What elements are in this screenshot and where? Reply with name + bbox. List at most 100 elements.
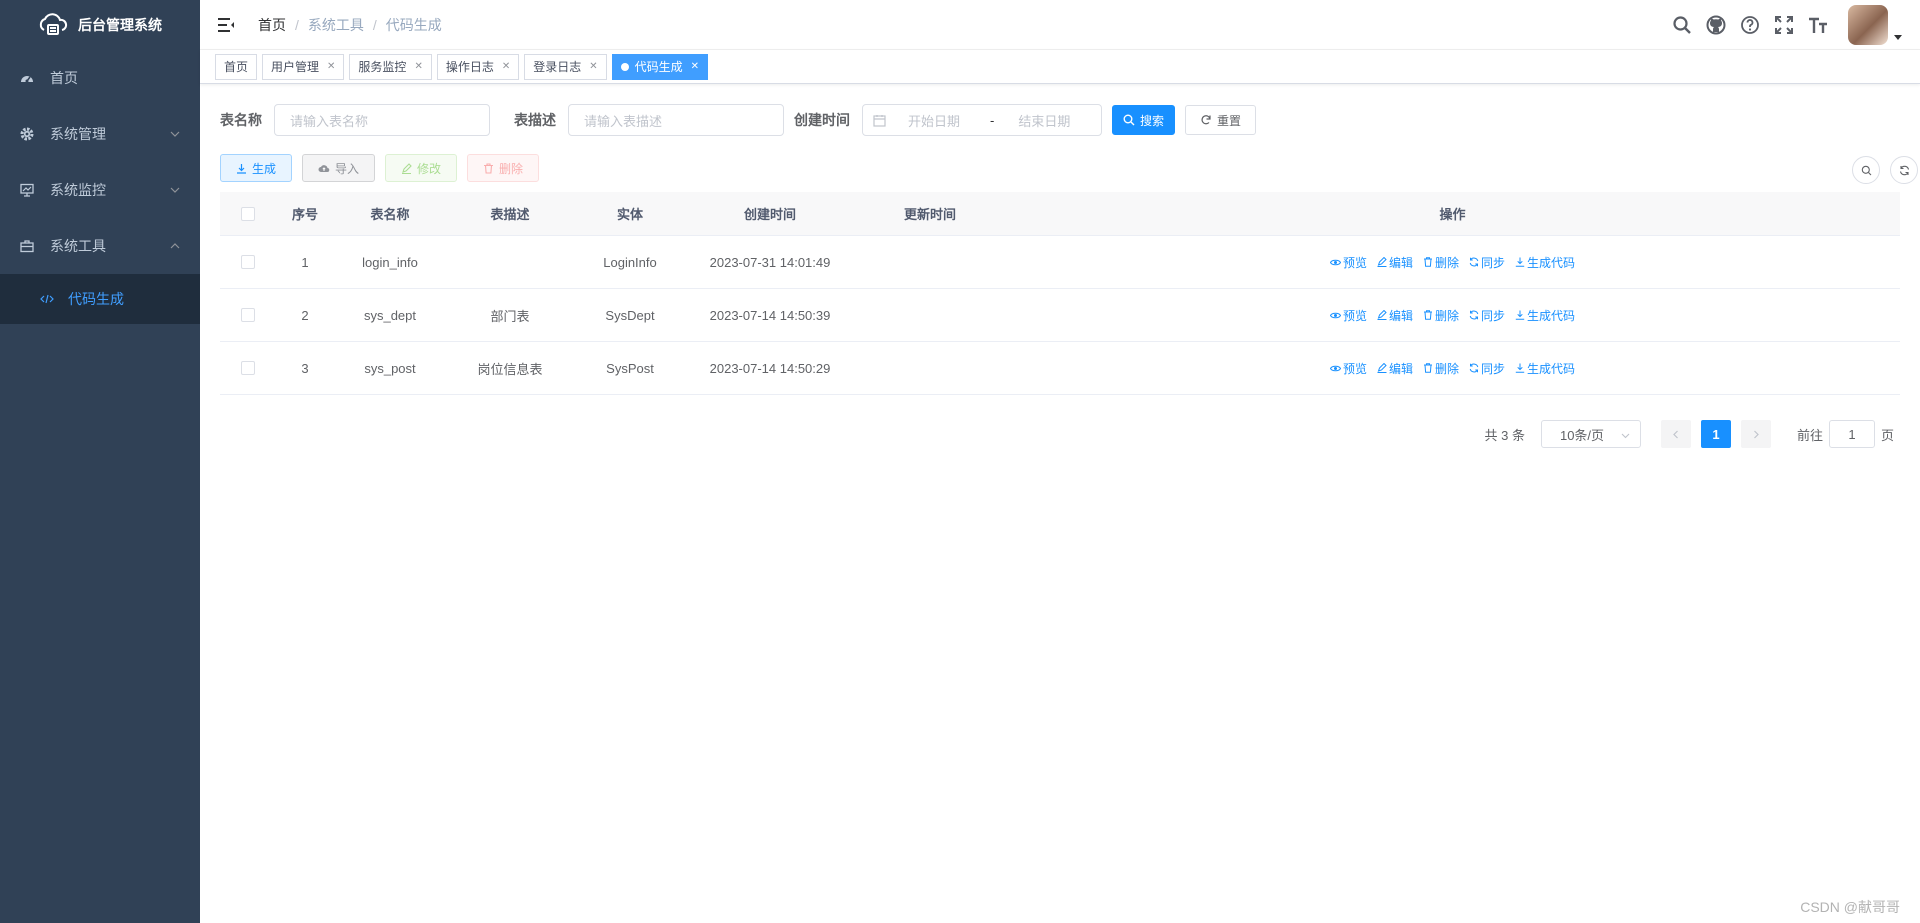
sidebar-item-system-monitor[interactable]: 系统监控 xyxy=(0,162,200,218)
chevron-left-icon xyxy=(1673,430,1678,438)
sync-link[interactable]: 同步 xyxy=(1469,254,1505,271)
refresh-button[interactable] xyxy=(1890,156,1918,184)
sync-label: 同步 xyxy=(1481,308,1506,323)
breadcrumb-separator: / xyxy=(295,16,299,33)
cell-ops: 预览 编辑 删除 同步 生成代码 xyxy=(1005,360,1900,377)
cell-no: 2 xyxy=(301,307,309,323)
cell-entity: SysPost xyxy=(606,360,654,376)
edit-icon xyxy=(1377,257,1387,267)
preview-label: 预览 xyxy=(1342,361,1367,376)
cell-ops: 预览 编辑 删除 同步 生成代码 xyxy=(1005,254,1900,271)
end-date-placeholder[interactable]: 结束日期 xyxy=(1018,111,1070,130)
row-checkbox[interactable] xyxy=(240,255,255,269)
edit-button[interactable]: 修改 xyxy=(385,154,458,182)
pagination-total: 共 3 条 xyxy=(1484,427,1525,443)
close-icon[interactable]: ✕ xyxy=(589,55,597,79)
edit-icon xyxy=(402,162,412,174)
delete-button[interactable]: 删除 xyxy=(467,154,540,182)
row-checkbox[interactable] xyxy=(240,361,255,375)
prev-page-button[interactable] xyxy=(1660,420,1691,448)
tag-service-monitor[interactable]: 服务监控 ✕ xyxy=(349,53,432,80)
font-size-icon[interactable] xyxy=(1808,15,1828,35)
edit-button-label: 修改 xyxy=(417,161,442,176)
refresh-icon xyxy=(1899,165,1909,175)
chevron-down-icon xyxy=(170,185,180,195)
close-icon[interactable]: ✕ xyxy=(327,55,335,79)
next-page-button[interactable] xyxy=(1740,420,1771,448)
close-icon[interactable]: ✕ xyxy=(414,55,422,79)
logo[interactable]: 后台管理系统 xyxy=(0,0,200,50)
eye-icon xyxy=(1329,259,1341,265)
search-icon[interactable] xyxy=(1672,15,1692,35)
fullscreen-icon[interactable] xyxy=(1774,15,1794,35)
delete-link[interactable]: 删除 xyxy=(1423,307,1459,324)
active-dot-icon xyxy=(620,62,629,71)
search-icon xyxy=(1123,114,1135,126)
delete-link[interactable]: 删除 xyxy=(1423,360,1459,377)
sidebar-subitem-label: 代码生成 xyxy=(68,291,124,307)
search-icon xyxy=(1861,165,1871,175)
date-range-picker[interactable]: 开始日期 - 结束日期 xyxy=(862,104,1102,136)
sync-link[interactable]: 同步 xyxy=(1469,307,1505,324)
sidebar-item-label: 系统管理 xyxy=(50,126,106,142)
page-suffix: 页 xyxy=(1880,427,1894,443)
page-number-active[interactable]: 1 xyxy=(1700,420,1731,448)
main-content: 表名称 请输入表名称 表描述 请输入表描述 创建时间 开始日期 - 结束日期 搜… xyxy=(200,84,1920,923)
toggle-search-button[interactable] xyxy=(1852,156,1880,184)
refresh-icon xyxy=(1469,257,1479,267)
close-icon[interactable]: ✕ xyxy=(691,55,699,79)
edit-link[interactable]: 编辑 xyxy=(1377,360,1413,377)
edit-icon xyxy=(1377,310,1387,320)
delete-link[interactable]: 删除 xyxy=(1423,254,1459,271)
sidebar-item-system-tools[interactable]: 系统工具 xyxy=(0,218,200,274)
close-icon[interactable]: ✕ xyxy=(502,55,510,79)
row-check-cell xyxy=(220,361,275,375)
chevron-down-icon xyxy=(170,129,180,139)
import-button[interactable]: 导入 xyxy=(302,154,376,182)
edit-label: 编辑 xyxy=(1388,255,1413,270)
gen-code-link[interactable]: 生成代码 xyxy=(1515,254,1575,271)
table-desc-input[interactable]: 请输入表描述 xyxy=(568,104,784,136)
goto-page-input[interactable]: 1 xyxy=(1828,420,1875,448)
row-check-cell xyxy=(220,255,275,269)
avatar[interactable] xyxy=(1848,5,1888,45)
download-icon xyxy=(237,163,246,174)
cell-name: sys_dept xyxy=(363,307,417,323)
github-icon[interactable] xyxy=(1706,15,1726,35)
trash-icon xyxy=(484,162,494,174)
sidebar-subitem-code-gen[interactable]: 代码生成 xyxy=(0,274,200,324)
gen-code-link[interactable]: 生成代码 xyxy=(1515,307,1575,324)
tag-user-management[interactable]: 用户管理 ✕ xyxy=(262,53,345,80)
tag-home[interactable]: 首页 xyxy=(215,53,258,80)
sidebar-item-system-admin[interactable]: 系统管理 xyxy=(0,106,200,162)
right-menu xyxy=(1672,0,1920,50)
breadcrumb-home[interactable]: 首页 xyxy=(258,15,286,35)
tag-login-log[interactable]: 登录日志 ✕ xyxy=(524,53,607,80)
download-icon xyxy=(1515,363,1525,373)
preview-link[interactable]: 预览 xyxy=(1329,254,1367,271)
tag-code-gen[interactable]: 代码生成 ✕ xyxy=(611,53,709,80)
hamburger-icon[interactable] xyxy=(217,16,235,34)
page-size-select[interactable]: 10条/页 xyxy=(1540,420,1641,448)
edit-link[interactable]: 编辑 xyxy=(1377,307,1413,324)
generate-button[interactable]: 生成 xyxy=(220,154,293,182)
reset-button[interactable]: 重置 xyxy=(1185,105,1257,135)
upload-cloud-icon xyxy=(318,164,330,172)
edit-link[interactable]: 编辑 xyxy=(1377,254,1413,271)
gen-table: 序号 表名称 表描述 实体 创建时间 更新时间 操作 1 login_info … xyxy=(220,192,1900,395)
sync-link[interactable]: 同步 xyxy=(1469,360,1505,377)
table-name-input[interactable]: 请输入表名称 xyxy=(274,104,490,136)
caret-down-icon[interactable] xyxy=(1894,34,1902,40)
preview-link[interactable]: 预览 xyxy=(1329,360,1367,377)
tag-label: 用户管理 xyxy=(271,59,320,74)
edit-label: 编辑 xyxy=(1388,361,1413,376)
select-all-checkbox[interactable] xyxy=(240,206,255,221)
start-date-placeholder[interactable]: 开始日期 xyxy=(908,111,978,130)
preview-link[interactable]: 预览 xyxy=(1329,307,1367,324)
search-button[interactable]: 搜索 xyxy=(1112,105,1176,135)
tag-operation-log[interactable]: 操作日志 ✕ xyxy=(436,53,520,80)
sidebar-item-home[interactable]: 首页 xyxy=(0,50,200,106)
gen-code-link[interactable]: 生成代码 xyxy=(1515,360,1575,377)
help-icon[interactable] xyxy=(1740,15,1760,35)
row-checkbox[interactable] xyxy=(240,308,255,322)
